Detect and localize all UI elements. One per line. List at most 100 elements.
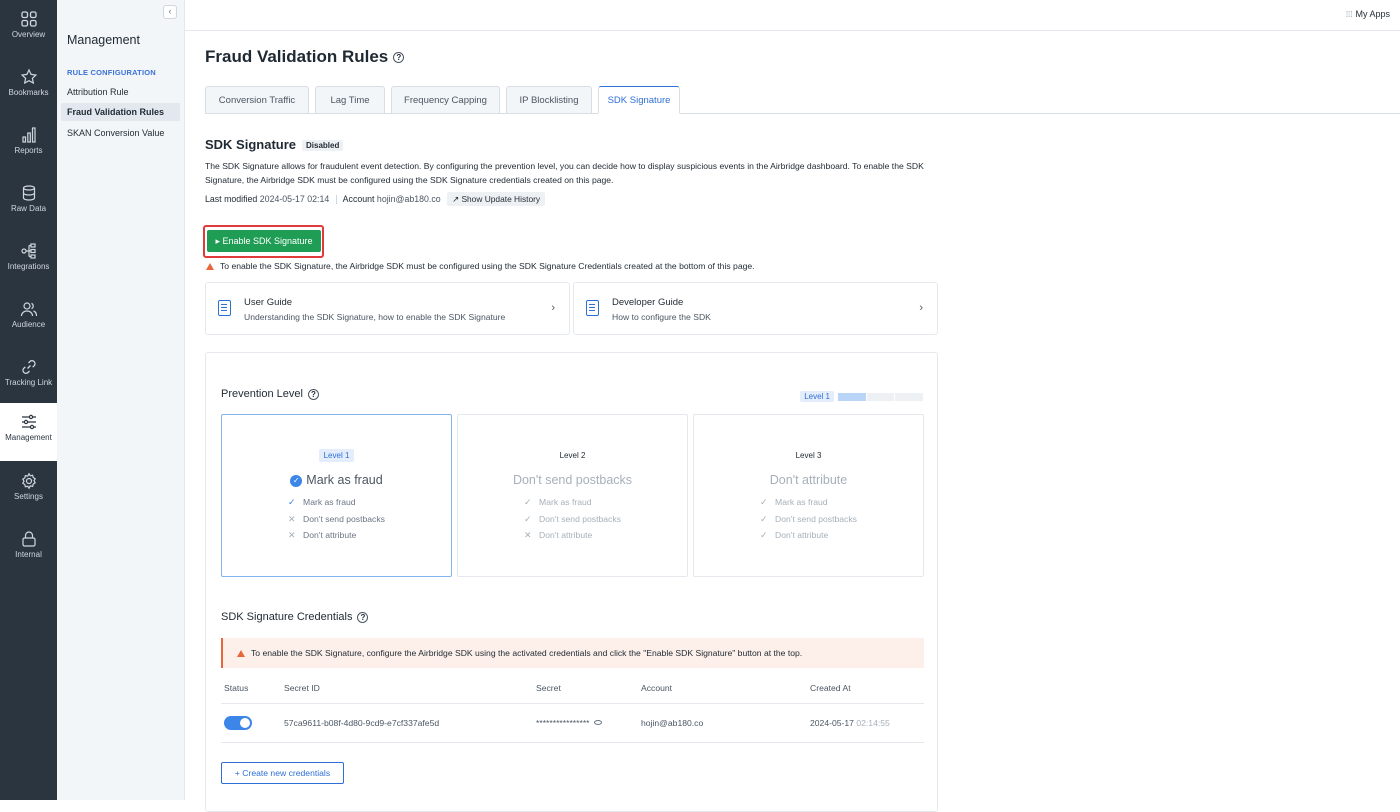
item-text: Don't send postbacks (775, 513, 857, 524)
nav-label: Raw Data (10, 204, 47, 213)
help-icon[interactable]: ? (393, 52, 405, 64)
tab-lag-time[interactable]: Lag Time (315, 86, 385, 114)
list-item: ✓ Don't send postbacks (524, 511, 621, 528)
nav-bookmarks[interactable]: Bookmarks (0, 58, 57, 116)
main-content: Fraud Validation Rules? Conversion Traff… (203, 0, 1400, 812)
level-name: Don't send postbacks (512, 473, 633, 487)
level-items: ✓ Mark as fraud ✓ Don't send postbacks ✓ Do… (760, 494, 857, 544)
level-pill: Level 1 (318, 449, 355, 462)
level-pill: Level 3 (795, 451, 822, 460)
tab-ip-blocklisting[interactable]: IP Blocklisting (506, 86, 592, 114)
collapse-sidebar-button[interactable]: ‹ (163, 5, 177, 19)
tab-frequency-capping[interactable]: Frequency Capping (391, 86, 500, 114)
created-date: 2024-05-17 (810, 718, 854, 728)
create-new-credentials-button[interactable]: + Create new credentials (221, 762, 344, 784)
nav-reports[interactable]: Reports (0, 116, 57, 174)
status-toggle[interactable] (224, 716, 252, 730)
last-modified-value: 2024-05-17 02:14 (259, 194, 330, 204)
x-icon: ✕ (288, 530, 296, 540)
bar-chart-icon (21, 127, 36, 143)
level-indicator: Level 1 (800, 389, 923, 403)
check-icon: ✓ (524, 513, 532, 524)
credentials-alert: To enable the SDK Signature, configure t… (221, 638, 924, 668)
level-name: Don't attribute (769, 473, 848, 487)
current-level-badge: Level 1 (800, 391, 834, 403)
show-update-history-button[interactable]: ↗ Show Update History (447, 192, 546, 206)
guide-subtitle: Understanding the SDK Signature, how to … (244, 312, 506, 322)
list-item: ✕ Don't attribute (288, 527, 385, 544)
level-card-3[interactable]: Level 3 Don't attribute ✓ Mark as fraud ✓… (693, 414, 924, 577)
nav-tracking-link[interactable]: Tracking Link (0, 348, 57, 406)
user-guide-card[interactable]: User Guide Understanding the SDK Signatu… (205, 282, 570, 335)
item-text: Don't send postbacks (539, 513, 621, 524)
list-item: ✓ Mark as fraud (760, 494, 857, 511)
item-text: Mark as fraud (539, 497, 592, 507)
tab-sdk-signature[interactable]: SDK Signature (598, 86, 680, 114)
level-progress-fill (838, 392, 867, 401)
sidebar-section-label: RULE CONFIGURATION (67, 68, 156, 77)
column-header-secret: Secret (536, 683, 561, 693)
nav-overview[interactable]: Overview (0, 0, 57, 58)
guide-title: Developer Guide (612, 297, 684, 308)
nav-integrations[interactable]: Integrations (0, 232, 57, 290)
help-icon[interactable]: ? (307, 388, 319, 400)
warning-icon (237, 650, 245, 657)
column-header-secret-id: Secret ID (284, 683, 320, 693)
created-time: 02:14:55 (856, 718, 890, 728)
level-progress-divider (866, 392, 867, 401)
account-value: hojin@ab180.co (376, 194, 441, 204)
nav-settings[interactable]: Settings (0, 462, 57, 520)
help-icon[interactable]: ? (357, 611, 369, 623)
credentials-title: SDK Signature Credentials? (221, 611, 369, 623)
developer-guide-card[interactable]: Developer Guide How to configure the SDK… (573, 282, 938, 335)
list-item: ✓ Don't attribute (760, 527, 857, 544)
level-card-2[interactable]: Level 2 Don't send postbacks ✓ Mark as fr… (457, 414, 688, 577)
level-progress-divider (894, 392, 895, 401)
check-icon: ✓ (760, 513, 768, 524)
nav-internal[interactable]: Internal (0, 520, 57, 578)
management-sidebar: ‹ Management RULE CONFIGURATION Attribut… (57, 0, 185, 800)
level-name: ✓ Mark as fraud (222, 473, 451, 487)
credentials-alert-text: To enable the SDK Signature, configure t… (251, 648, 803, 658)
item-text: Mark as fraud (775, 497, 828, 507)
nav-raw-data[interactable]: Raw Data (0, 174, 57, 232)
integrations-icon (20, 243, 36, 259)
nav-management[interactable]: Management (0, 403, 57, 461)
page-title: Fraud Validation Rules? (205, 47, 405, 67)
enable-sdk-signature-button[interactable]: ▸ Enable SDK Signature (207, 230, 321, 252)
eye-icon[interactable] (593, 720, 602, 725)
warning-icon (206, 263, 214, 270)
chevron-right-icon: › (551, 302, 555, 314)
sidebar-item-fraud-validation-rules[interactable]: Fraud Validation Rules (61, 103, 180, 121)
list-item: ✕ Don't send postbacks (288, 511, 385, 528)
section-title: SDK Signature Disabled (205, 137, 344, 152)
main-nav-rail: Overview Bookmarks Reports Raw Data Inte… (0, 0, 57, 800)
level-card-1[interactable]: Level 1 ✓ Mark as fraud ✓ Mark as fraud ✕ D… (221, 414, 452, 577)
settings-panel: Prevention Level? Level 1 Level 1 ✓ Mark … (205, 352, 938, 812)
item-text: Don't send postbacks (303, 513, 385, 524)
nav-label: Integrations (7, 262, 50, 271)
level-pill: Level 2 (559, 451, 586, 460)
divider (335, 195, 337, 205)
document-icon (218, 300, 231, 316)
nav-label: Tracking Link (4, 378, 53, 387)
guide-title: User Guide (244, 297, 293, 308)
selected-check-icon: ✓ (290, 475, 303, 487)
sidebar-item-attribution-rule[interactable]: Attribution Rule (61, 83, 180, 101)
x-icon: ✕ (288, 513, 296, 524)
nav-audience[interactable]: Audience (0, 290, 57, 348)
star-icon (20, 68, 37, 85)
secret-cell: **************** (536, 718, 602, 728)
account-label: Account (342, 194, 375, 204)
status-badge: Disabled (302, 140, 344, 152)
nav-label: Management (5, 433, 52, 442)
last-modified-label: Last modified (205, 194, 258, 204)
nav-label: Audience (11, 320, 46, 329)
sidebar-item-skan-conversion-value[interactable]: SKAN Conversion Value (61, 124, 180, 142)
level-name-text: Mark as fraud (306, 473, 383, 487)
x-icon: ✕ (524, 530, 532, 540)
tab-conversion-traffic[interactable]: Conversion Traffic (205, 86, 309, 114)
enable-warning: To enable the SDK Signature, the Airbrid… (206, 261, 755, 271)
column-header-account: Account (641, 683, 673, 693)
sdk-signature-title: SDK Signature (205, 137, 297, 152)
